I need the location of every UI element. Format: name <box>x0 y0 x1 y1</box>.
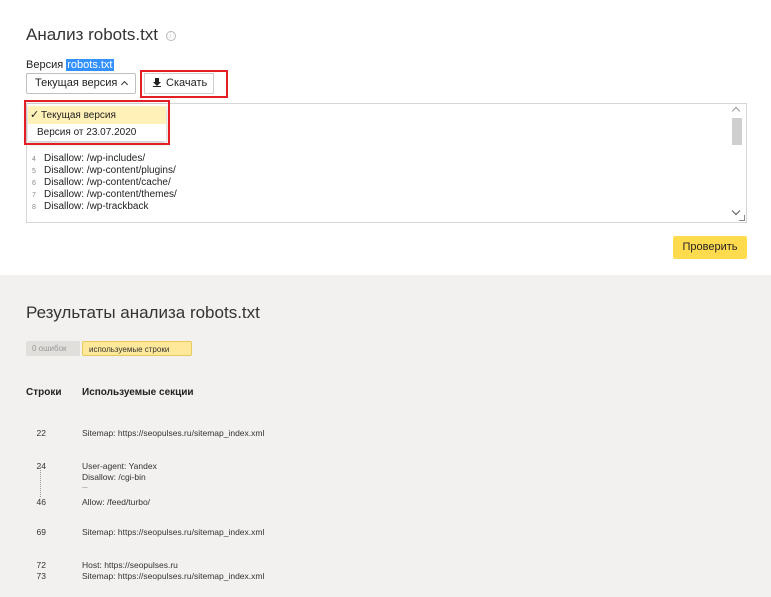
editor-line: 4 Disallow: /wp-includes/ <box>32 153 145 165</box>
results-section: Результаты анализа robots.txt 0 ошибок и… <box>0 275 771 597</box>
download-highlight-frame <box>140 70 228 98</box>
version-label-text: Версия <box>26 59 64 71</box>
row-section-text: Allow: /feed/turbo/ <box>82 497 151 507</box>
line-text: Disallow: /wp-content/plugins/ <box>44 165 176 176</box>
line-range-connector <box>40 467 41 497</box>
tab-used-lines[interactable]: используемые строки <box>82 341 192 356</box>
chevron-up-icon <box>121 80 129 89</box>
page-title: Анализ robots.txt ⓘ <box>26 25 176 45</box>
row-section-text: Host: https://seopulses.ru <box>82 560 178 570</box>
row-section-text: Sitemap: https://seopulses.ru/sitemap_in… <box>82 527 265 537</box>
editor-line: 7 Disallow: /wp-content/themes/ <box>32 189 177 201</box>
line-text: Disallow: /wp-trackback <box>44 201 149 212</box>
scroll-thumb[interactable] <box>732 118 742 145</box>
editor-scrollbar[interactable] <box>730 104 744 222</box>
tab-errors[interactable]: 0 ошибок <box>26 341 80 356</box>
version-select-value: Текущая версия <box>35 77 118 89</box>
row-section-text: Sitemap: https://seopulses.ru/sitemap_in… <box>82 571 265 581</box>
row-line-number: 73 <box>36 571 46 581</box>
column-header-lines: Строки <box>26 387 62 398</box>
row-line-number: 24 <box>36 461 46 471</box>
resize-handle-icon[interactable] <box>739 215 745 221</box>
column-header-sections: Используемые секции <box>82 387 194 398</box>
row-section-text: Sitemap: https://seopulses.ru/sitemap_in… <box>82 428 265 438</box>
line-number: 8 <box>32 204 36 211</box>
line-text: Disallow: /wp-includes/ <box>44 153 146 164</box>
line-text: Disallow: /wp-content/themes/ <box>44 189 177 200</box>
row-section-text: User-agent: Yandex <box>82 461 157 471</box>
row-line-number: 46 <box>36 497 46 507</box>
row-line-number: 22 <box>36 428 46 438</box>
version-file-name: robots.txt <box>66 59 114 71</box>
line-text: Disallow: /wp-content/cache/ <box>44 177 171 188</box>
editor-line: 5 Disallow: /wp-content/plugins/ <box>32 165 176 177</box>
editor-line: 6 Disallow: /wp-content/cache/ <box>32 177 171 189</box>
dropdown-highlight-frame <box>24 100 170 145</box>
version-label: Версия robots.txt <box>26 59 114 71</box>
info-icon[interactable]: ⓘ <box>165 30 176 41</box>
scroll-down-icon[interactable] <box>731 206 741 216</box>
editor-line: 8 Disallow: /wp-trackback <box>32 201 148 213</box>
page-title-text: Анализ robots.txt <box>26 25 159 44</box>
scroll-up-icon[interactable] <box>731 106 741 116</box>
check-button[interactable]: Проверить <box>673 236 747 259</box>
row-line-number: 69 <box>36 527 46 537</box>
results-title: Результаты анализа robots.txt <box>26 303 260 322</box>
row-line-number: 72 <box>36 560 46 570</box>
row-section-text: Disallow: /cgi-bin <box>82 472 146 482</box>
row-ellipsis: ... <box>82 483 88 490</box>
version-select[interactable]: Текущая версия <box>26 73 136 94</box>
